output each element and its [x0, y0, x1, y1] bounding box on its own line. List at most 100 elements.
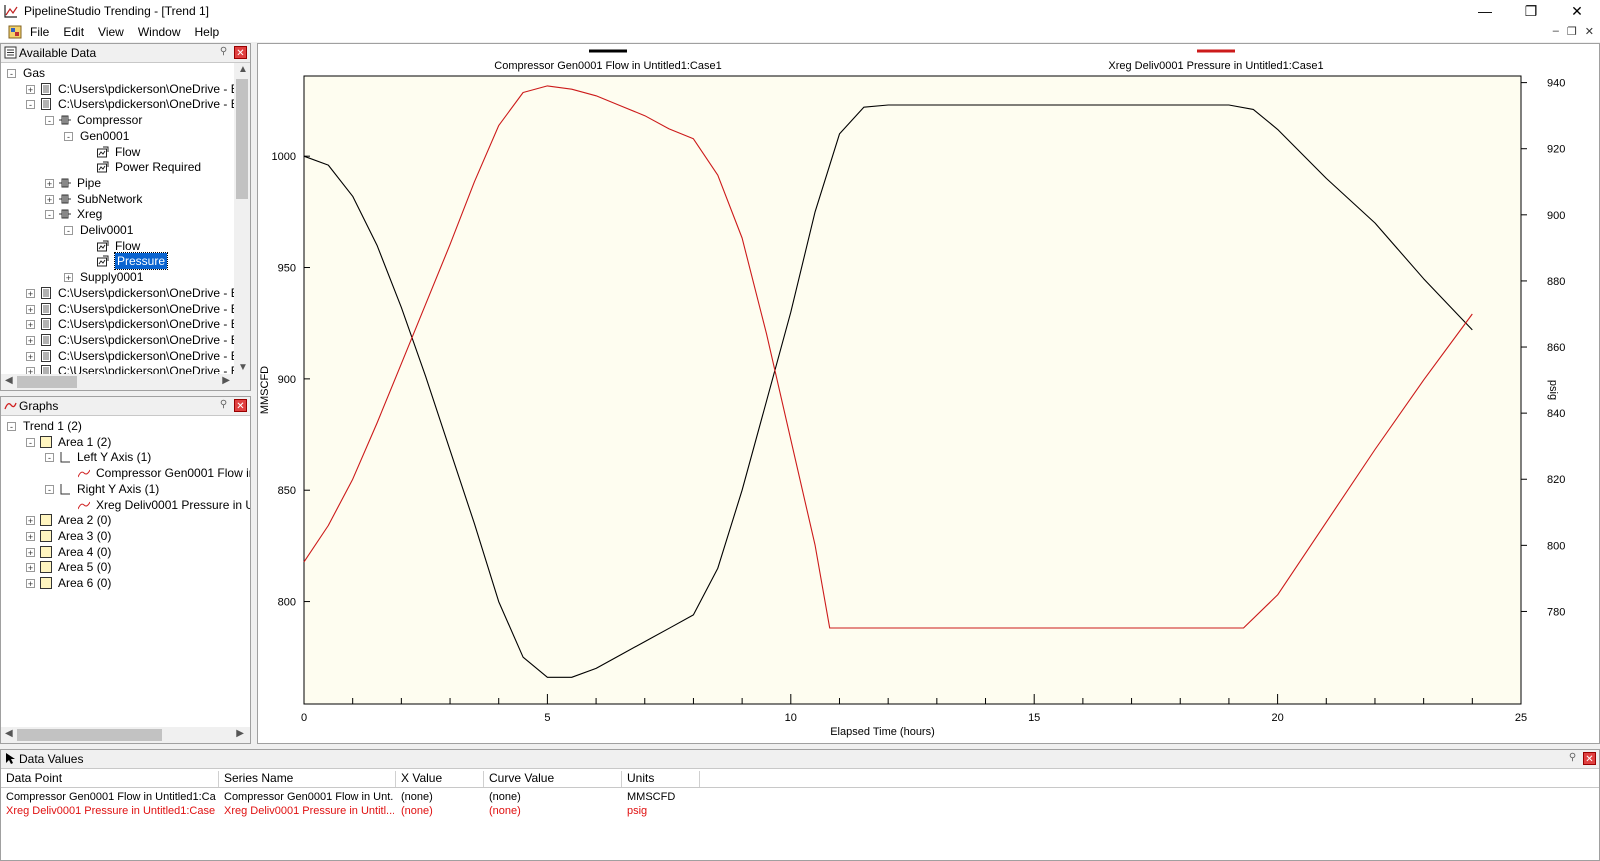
- tree-node[interactable]: Power Required: [1, 159, 234, 175]
- tree-node[interactable]: - Gas: [1, 65, 234, 81]
- collapse-icon[interactable]: -: [45, 484, 54, 494]
- expand-icon[interactable]: +: [26, 288, 35, 298]
- column-header-data-point[interactable]: Data Point: [1, 771, 219, 787]
- expand-icon[interactable]: +: [26, 351, 35, 361]
- collapse-icon[interactable]: -: [26, 437, 35, 447]
- column-header-curve-value[interactable]: Curve Value: [484, 771, 622, 787]
- column-header-x-value[interactable]: X Value: [396, 771, 484, 787]
- tree-node[interactable]: Pressure: [1, 252, 234, 271]
- tree-node[interactable]: Compressor Gen0001 Flow in: [1, 465, 250, 481]
- close-panel-icon[interactable]: ✕: [234, 46, 247, 59]
- table-row[interactable]: Compressor Gen0001 Flow in Untitled1:Cas…: [1, 791, 1599, 805]
- tree-node[interactable]: - Right Y Axis (1): [1, 481, 250, 497]
- collapse-icon[interactable]: -: [26, 100, 35, 110]
- menu-edit[interactable]: Edit: [63, 25, 84, 39]
- expand-icon[interactable]: +: [26, 516, 35, 526]
- tree-node[interactable]: + Area 2 (0): [1, 512, 250, 528]
- expand-icon[interactable]: +: [26, 335, 35, 345]
- expand-icon[interactable]: +: [26, 367, 35, 374]
- pin-icon[interactable]: ⚲: [1566, 752, 1579, 765]
- scroll-right-icon[interactable]: ▶: [236, 728, 244, 739]
- tree-node[interactable]: + C:\Users\pdickerson\OneDrive - E: [1, 285, 234, 301]
- column-header-units[interactable]: Units: [622, 771, 700, 787]
- collapse-icon[interactable]: -: [64, 131, 73, 141]
- scroll-up-icon[interactable]: ▲: [238, 64, 248, 75]
- tree-node[interactable]: - Gen0001: [1, 128, 234, 144]
- collapse-icon[interactable]: -: [45, 210, 54, 220]
- menu-help[interactable]: Help: [195, 25, 220, 39]
- scroll-left-icon[interactable]: ◀: [5, 375, 13, 386]
- expand-icon[interactable]: +: [45, 194, 54, 204]
- child-restore-icon[interactable]: ❐: [1567, 25, 1577, 38]
- pin-icon[interactable]: ⚲: [217, 399, 230, 412]
- y-right-tick-label: 920: [1547, 144, 1565, 156]
- collapse-icon[interactable]: -: [45, 116, 54, 126]
- collapse-icon[interactable]: -: [64, 226, 73, 236]
- table-row[interactable]: Xreg Deliv0001 Pressure in Untitled1:Cas…: [1, 805, 1599, 819]
- trend-chart-area[interactable]: Compressor Gen0001 Flow in Untitled1:Cas…: [257, 43, 1600, 744]
- x-tick-label: 0: [301, 712, 307, 724]
- close-panel-icon[interactable]: ✕: [234, 399, 247, 412]
- close-button[interactable]: ✕: [1554, 0, 1600, 22]
- tree-node[interactable]: - Xreg: [1, 206, 234, 222]
- scroll-left-icon[interactable]: ◀: [5, 728, 13, 739]
- minimize-button[interactable]: —: [1462, 0, 1508, 22]
- close-panel-icon[interactable]: ✕: [1583, 752, 1596, 765]
- child-close-icon[interactable]: ✕: [1585, 25, 1594, 38]
- expand-icon[interactable]: +: [26, 547, 35, 557]
- column-header-series-name[interactable]: Series Name: [219, 771, 396, 787]
- tree-node[interactable]: + Pipe: [1, 175, 234, 191]
- tree-node[interactable]: + C:\Users\pdickerson\OneDrive - E: [1, 301, 234, 317]
- tree-node[interactable]: + Area 5 (0): [1, 559, 250, 575]
- horizontal-scrollbar[interactable]: ◀ ▶: [1, 374, 250, 390]
- tree-node[interactable]: Flow: [1, 238, 234, 254]
- tree-node[interactable]: + C:\Users\pdickerson\OneDrive - E: [1, 332, 234, 348]
- tree-node[interactable]: - C:\Users\pdickerson\OneDrive - E: [1, 96, 234, 112]
- tree-node[interactable]: + Area 3 (0): [1, 528, 250, 544]
- document-window-icon[interactable]: [8, 25, 22, 39]
- tree-node[interactable]: - Left Y Axis (1): [1, 449, 250, 465]
- expand-icon[interactable]: +: [26, 563, 35, 573]
- tree-node[interactable]: + Supply0001: [1, 269, 234, 285]
- expand-icon[interactable]: +: [26, 320, 35, 330]
- expand-icon[interactable]: +: [26, 304, 35, 314]
- menu-file[interactable]: File: [30, 25, 49, 39]
- pin-icon[interactable]: ⚲: [217, 46, 230, 59]
- restore-button[interactable]: ❐: [1508, 0, 1554, 22]
- tree-node[interactable]: + C:\Users\pdickerson\OneDrive - E: [1, 363, 234, 374]
- expand-icon[interactable]: +: [26, 84, 35, 94]
- tree-node[interactable]: + Area 6 (0): [1, 575, 250, 591]
- tree-node[interactable]: - Compressor: [1, 112, 234, 128]
- tree-node[interactable]: Xreg Deliv0001 Pressure in U: [1, 497, 250, 513]
- expand-icon[interactable]: +: [45, 178, 54, 188]
- expand-icon[interactable]: +: [64, 273, 73, 283]
- area-icon: [40, 561, 52, 574]
- tree-node[interactable]: - Deliv0001: [1, 222, 234, 238]
- expand-icon[interactable]: +: [26, 531, 35, 541]
- scroll-right-icon[interactable]: ▶: [222, 375, 230, 386]
- child-minimize-icon[interactable]: –: [1553, 25, 1559, 38]
- tree-node[interactable]: Flow: [1, 144, 234, 160]
- available-data-tree[interactable]: - Gas + C:\Users\pdickerson\OneDrive - E - C:…: [1, 63, 234, 374]
- collapse-icon[interactable]: -: [7, 69, 16, 79]
- scroll-down-icon[interactable]: ▼: [238, 362, 248, 373]
- horizontal-scrollbar[interactable]: ◀ ▶: [1, 727, 250, 743]
- tree-node[interactable]: + Area 4 (0): [1, 544, 250, 560]
- vertical-scrollbar[interactable]: ▲ ▼: [234, 63, 250, 374]
- collapse-icon[interactable]: -: [45, 453, 54, 463]
- tree-node[interactable]: + C:\Users\pdickerson\OneDrive - E: [1, 81, 234, 97]
- collapse-icon[interactable]: -: [7, 422, 16, 432]
- expand-icon[interactable]: +: [26, 579, 35, 589]
- tree-node[interactable]: + C:\Users\pdickerson\OneDrive - E: [1, 348, 234, 364]
- tree-node[interactable]: - Trend 1 (2): [1, 418, 250, 434]
- tree-node[interactable]: + SubNetwork: [1, 191, 234, 207]
- menu-window[interactable]: Window: [138, 25, 181, 39]
- graphs-tree[interactable]: - Trend 1 (2) - Area 1 (2) - Left Y Axis (1) C…: [1, 416, 250, 727]
- scroll-thumb[interactable]: [236, 79, 248, 199]
- menu-view[interactable]: View: [98, 25, 124, 39]
- trend-chart[interactable]: Compressor Gen0001 Flow in Untitled1:Cas…: [258, 44, 1599, 743]
- tree-node[interactable]: - Area 1 (2): [1, 434, 250, 450]
- scroll-thumb[interactable]: [17, 376, 77, 388]
- scroll-thumb[interactable]: [17, 729, 162, 741]
- tree-node[interactable]: + C:\Users\pdickerson\OneDrive - E: [1, 316, 234, 332]
